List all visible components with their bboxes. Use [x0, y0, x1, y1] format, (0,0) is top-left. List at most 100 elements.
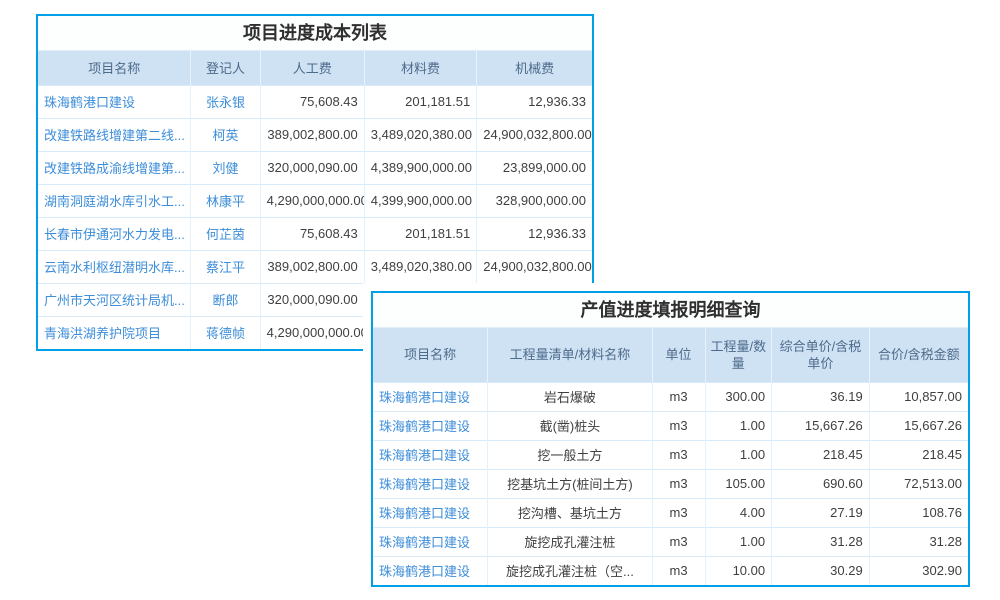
table-row: 珠海鹤港口建设旋挖成孔灌注桩（空...m310.0030.29302.90 — [373, 556, 968, 585]
cell: 328,900,000.00 — [477, 184, 592, 217]
cell: 1.00 — [705, 440, 772, 469]
cell: 15,667.26 — [772, 411, 870, 440]
cell: 旋挖成孔灌注桩 — [488, 527, 652, 556]
cell: 105.00 — [705, 469, 772, 498]
table-row: 长春市伊通河水力发电...何芷茵75,608.43201,181.5112,93… — [38, 217, 592, 250]
project-name-link[interactable]: 青海洪湖养护院项目 — [44, 326, 161, 341]
cell: 4,290,000,000.00 — [260, 184, 364, 217]
project-name-link[interactable]: 珠海鹤港口建设 — [379, 419, 470, 434]
cell: 张永银 — [191, 85, 260, 118]
table-row: 珠海鹤港口建设 张永银 75,608.43201,181.5112,936.33 — [38, 85, 592, 118]
table-row: 珠海鹤港口建设旋挖成孔灌注桩m31.0031.2831.28 — [373, 527, 968, 556]
registrant-link[interactable]: 何芷茵 — [206, 227, 245, 242]
table-row: 云南水利枢纽潜明水库...蔡江平389,002,800.003,489,020,… — [38, 250, 592, 283]
cell: 302.90 — [869, 556, 968, 585]
cell: 改建铁路成渝线增建第... — [38, 151, 191, 184]
output-value-table: 项目名称工程量清单/材料名称单位工程量/数量综合单价/含税单价合价/含税金额 珠… — [373, 328, 968, 585]
cell: 珠海鹤港口建设 — [38, 85, 191, 118]
page: 项目进度成本列表 项目名称登记人人工费材料费机械费 珠海鹤港口建设 张永银 75,6… — [0, 0, 1000, 600]
cell: 4,389,900,000.00 — [364, 151, 476, 184]
cell: 长春市伊通河水力发电... — [38, 217, 191, 250]
cell: 刘健 — [191, 151, 260, 184]
cell: 108.76 — [869, 498, 968, 527]
column-header: 项目名称 — [38, 51, 191, 85]
registrant-link[interactable]: 蔡江平 — [206, 260, 245, 275]
column-header: 人工费 — [260, 51, 364, 85]
project-cost-list-title: 项目进度成本列表 — [38, 16, 592, 51]
cell: 218.45 — [772, 440, 870, 469]
cell: 24,900,032,800.00 — [477, 118, 592, 151]
cell: 珠海鹤港口建设 — [373, 469, 488, 498]
registrant-link[interactable]: 林康平 — [206, 194, 245, 209]
cell: 75,608.43 — [260, 217, 364, 250]
cell: 3,489,020,380.00 — [364, 118, 476, 151]
cell: 27.19 — [772, 498, 870, 527]
project-name-link[interactable]: 湖南洞庭湖水库引水工... — [44, 194, 185, 209]
cell: 珠海鹤港口建设 — [373, 411, 488, 440]
project-name-link[interactable]: 珠海鹤港口建设 — [379, 390, 470, 405]
project-name-link[interactable]: 改建铁路线增建第二线... — [44, 128, 185, 143]
cell: 201,181.51 — [364, 85, 476, 118]
project-name-link[interactable]: 珠海鹤港口建设 — [379, 564, 470, 579]
cell: 何芷茵 — [191, 217, 260, 250]
table-row: 珠海鹤港口建设挖基坑土方(桩间土方)m3105.00690.6072,513.0… — [373, 469, 968, 498]
registrant-link[interactable]: 刘健 — [213, 161, 239, 176]
cell: 75,608.43 — [260, 85, 364, 118]
cell: 31.28 — [772, 527, 870, 556]
column-header: 单位 — [652, 328, 705, 382]
cell: 挖基坑土方(桩间土方) — [488, 469, 652, 498]
cell: 1.00 — [705, 527, 772, 556]
project-name-link[interactable]: 珠海鹤港口建设 — [379, 506, 470, 521]
cell: 蒋德帧 — [191, 316, 260, 349]
column-header: 机械费 — [477, 51, 592, 85]
cell: 青海洪湖养护院项目 — [38, 316, 191, 349]
cell: m3 — [652, 382, 705, 411]
registrant-link[interactable]: 柯英 — [213, 128, 239, 143]
cell: 挖沟槽、基坑土方 — [488, 498, 652, 527]
cell: 林康平 — [191, 184, 260, 217]
project-name-link[interactable]: 云南水利枢纽潜明水库... — [44, 260, 185, 275]
cell: 珠海鹤港口建设 — [373, 440, 488, 469]
output-value-detail-card: 产值进度填报明细查询 项目名称工程量清单/材料名称单位工程量/数量综合单价/含税… — [371, 291, 970, 587]
project-name-link[interactable]: 珠海鹤港口建设 — [379, 448, 470, 463]
cell: 珠海鹤港口建设 — [373, 527, 488, 556]
table-row: 珠海鹤港口建设挖一般土方m31.00218.45218.45 — [373, 440, 968, 469]
cell: 云南水利枢纽潜明水库... — [38, 250, 191, 283]
project-name-link[interactable]: 珠海鹤港口建设 — [44, 95, 135, 110]
cell: 12,936.33 — [477, 85, 592, 118]
column-header: 项目名称 — [373, 328, 488, 382]
registrant-link[interactable]: 蒋德帧 — [206, 326, 245, 341]
cell: 300.00 — [705, 382, 772, 411]
project-name-link[interactable]: 广州市天河区统计局机... — [44, 293, 185, 308]
project-name-link[interactable]: 珠海鹤港口建设 — [379, 477, 470, 492]
cell: 218.45 — [869, 440, 968, 469]
cell: 广州市天河区统计局机... — [38, 283, 191, 316]
cell: 36.19 — [772, 382, 870, 411]
project-name-link[interactable]: 长春市伊通河水力发电... — [44, 227, 185, 242]
cell: 389,002,800.00 — [260, 250, 364, 283]
table-row: 改建铁路成渝线增建第... 刘健 320,000,090.004,389,900,0… — [38, 151, 592, 184]
output-value-table-header-row: 项目名称工程量清单/材料名称单位工程量/数量综合单价/含税单价合价/含税金额 — [373, 328, 968, 382]
table-row: 珠海鹤港口建设截(凿)桩头m31.0015,667.2615,667.26 — [373, 411, 968, 440]
cell: 320,000,090.00 — [260, 151, 364, 184]
registrant-link[interactable]: 断郎 — [213, 293, 239, 308]
registrant-link[interactable]: 张永银 — [206, 95, 245, 110]
cell: 4,290,000,000.00 — [260, 316, 364, 349]
cell: m3 — [652, 556, 705, 585]
project-name-link[interactable]: 珠海鹤港口建设 — [379, 535, 470, 550]
cell: 柯英 — [191, 118, 260, 151]
column-header: 合价/含税金额 — [869, 328, 968, 382]
column-header: 工程量/数量 — [705, 328, 772, 382]
project-name-link[interactable]: 改建铁路成渝线增建第... — [44, 161, 185, 176]
cell: 珠海鹤港口建设 — [373, 382, 488, 411]
cell: 珠海鹤港口建设 — [373, 498, 488, 527]
cell: 201,181.51 — [364, 217, 476, 250]
column-header: 工程量清单/材料名称 — [488, 328, 652, 382]
cell: m3 — [652, 469, 705, 498]
cell: 4,399,900,000.00 — [364, 184, 476, 217]
project-cost-table-header-row: 项目名称登记人人工费材料费机械费 — [38, 51, 592, 85]
cell: 10.00 — [705, 556, 772, 585]
table-row: 珠海鹤港口建设挖沟槽、基坑土方m34.0027.19108.76 — [373, 498, 968, 527]
cell: 湖南洞庭湖水库引水工... — [38, 184, 191, 217]
cell: 挖一般土方 — [488, 440, 652, 469]
